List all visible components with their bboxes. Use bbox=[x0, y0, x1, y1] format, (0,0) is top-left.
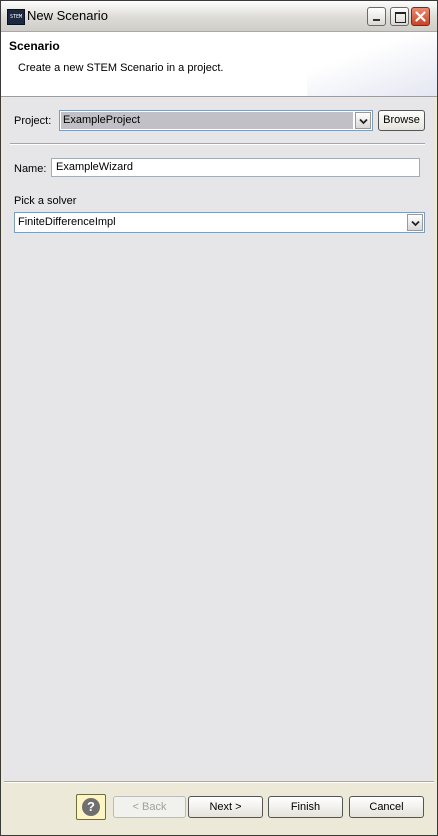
solver-label: Pick a solver bbox=[14, 195, 77, 207]
stem-app-icon: STEM bbox=[7, 9, 25, 25]
page-description: Create a new STEM Scenario in a project. bbox=[18, 62, 224, 74]
next-button[interactable]: Next > bbox=[188, 796, 263, 818]
name-label: Name: bbox=[14, 163, 47, 175]
separator bbox=[10, 143, 425, 145]
help-icon: ? bbox=[82, 798, 100, 816]
close-icon bbox=[415, 11, 426, 22]
browse-button[interactable]: Browse bbox=[378, 110, 425, 131]
solver-dropdown-button[interactable] bbox=[407, 214, 423, 231]
chevron-down-icon bbox=[359, 118, 368, 125]
wizard-content: Project: ExampleProject Browse Name: Exa… bbox=[4, 98, 434, 780]
close-button[interactable] bbox=[411, 7, 430, 26]
finish-button[interactable]: Finish bbox=[268, 796, 343, 818]
wizard-header: Scenario Create a new STEM Scenario in a… bbox=[1, 32, 437, 97]
title-bar[interactable]: STEM New Scenario bbox=[1, 1, 437, 32]
window-title: New Scenario bbox=[27, 8, 108, 23]
button-bar-separator bbox=[4, 781, 434, 783]
project-dropdown[interactable]: ExampleProject bbox=[59, 110, 373, 131]
solver-dropdown-value: FiniteDifferenceImpl bbox=[18, 216, 116, 228]
chevron-down-icon bbox=[411, 220, 420, 227]
header-banner bbox=[307, 32, 437, 96]
page-title: Scenario bbox=[9, 39, 60, 53]
solver-dropdown[interactable]: FiniteDifferenceImpl bbox=[14, 212, 425, 233]
project-dropdown-value: ExampleProject bbox=[61, 112, 353, 129]
minimize-button[interactable] bbox=[367, 7, 386, 26]
maximize-icon bbox=[395, 12, 406, 23]
name-field[interactable]: ExampleWizard bbox=[51, 158, 420, 177]
new-scenario-dialog: STEM New Scenario Scenario Create a new … bbox=[0, 0, 438, 836]
project-dropdown-button[interactable] bbox=[355, 112, 371, 129]
project-label: Project: bbox=[14, 115, 52, 127]
minimize-icon bbox=[373, 19, 380, 21]
cancel-button[interactable]: Cancel bbox=[349, 796, 424, 818]
help-button[interactable]: ? bbox=[76, 794, 106, 820]
maximize-button[interactable] bbox=[390, 7, 409, 26]
back-button[interactable]: < Back bbox=[113, 796, 186, 818]
